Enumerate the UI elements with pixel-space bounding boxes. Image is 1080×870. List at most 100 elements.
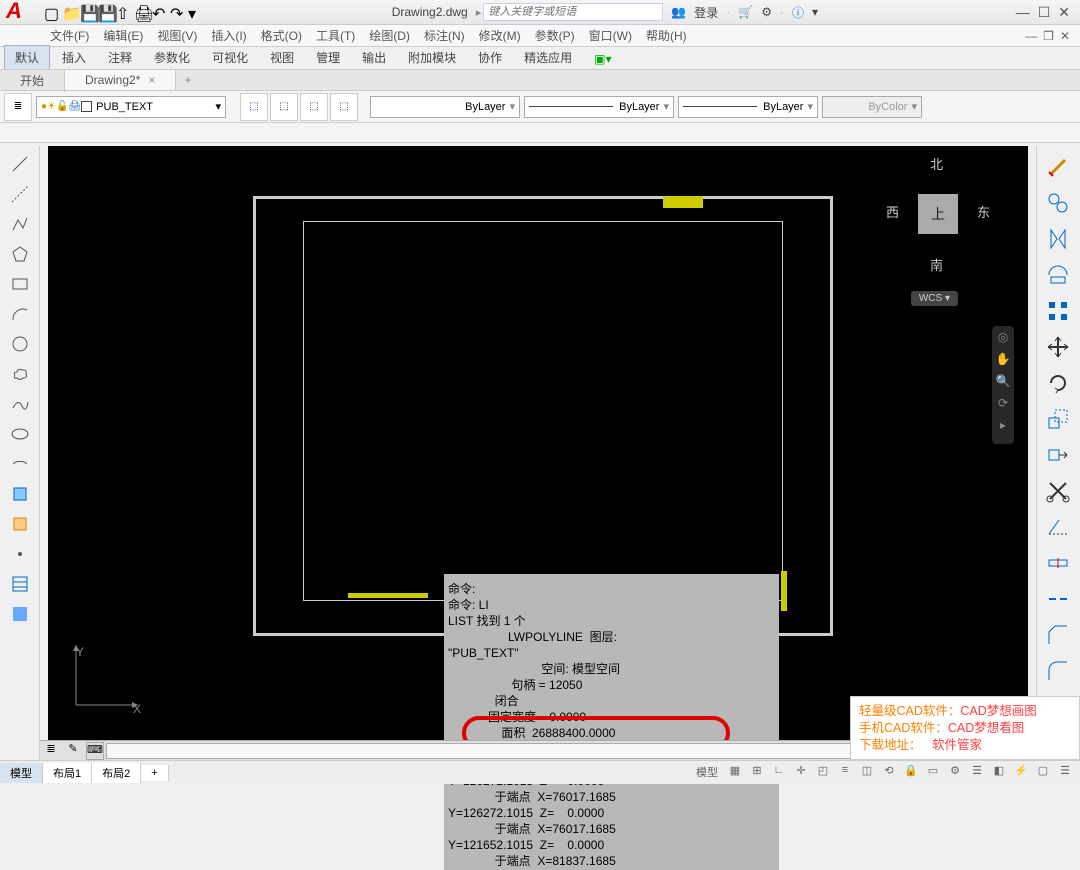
- close-button[interactable]: ✕: [1058, 4, 1070, 21]
- ribbon-tab-visualize[interactable]: 可视化: [202, 46, 258, 69]
- layer-iso-button[interactable]: ⬚: [270, 93, 298, 121]
- layer-properties-button[interactable]: ≣: [4, 93, 32, 121]
- polyline-tool[interactable]: [8, 212, 32, 236]
- offset-tool[interactable]: [1045, 262, 1073, 290]
- view-cube[interactable]: 北 西 东 南 上: [878, 154, 998, 274]
- menu-tools[interactable]: 工具(T): [316, 27, 355, 44]
- make-block-tool[interactable]: [8, 512, 32, 536]
- customize-status-icon[interactable]: ☰: [1056, 764, 1074, 782]
- user-icon[interactable]: 👥: [671, 5, 686, 19]
- layer-match-button[interactable]: ⬚: [330, 93, 358, 121]
- help-dropdown-icon[interactable]: ▾: [812, 5, 818, 19]
- color-dropdown[interactable]: ByLayer▾: [370, 96, 520, 118]
- annoscale-icon[interactable]: 🔒: [902, 764, 920, 782]
- line-tool[interactable]: [8, 152, 32, 176]
- layer-state-button[interactable]: ⬚: [240, 93, 268, 121]
- cleanscreen-icon[interactable]: ▢: [1034, 764, 1052, 782]
- menu-window[interactable]: 窗口(W): [589, 27, 632, 44]
- rotate-tool[interactable]: [1045, 370, 1073, 398]
- ribbon-tab-manage[interactable]: 管理: [306, 46, 350, 69]
- search-input[interactable]: [483, 3, 663, 21]
- layer-dropdown[interactable]: ● ☀ 🔓 🖨 PUB_TEXT ▾: [36, 96, 226, 118]
- lineweight-dropdown[interactable]: ByLayer▾: [524, 96, 674, 118]
- ribbon-tab-collab[interactable]: 协作: [468, 46, 512, 69]
- revision-cloud-tool[interactable]: [8, 362, 32, 386]
- stretch-tool[interactable]: [1045, 442, 1073, 470]
- menu-format[interactable]: 格式(O): [261, 27, 302, 44]
- ribbon-tab-view[interactable]: 视图: [260, 46, 304, 69]
- login-button[interactable]: 登录: [694, 4, 718, 21]
- status-model-badge[interactable]: 模型: [692, 764, 722, 782]
- menu-parametric[interactable]: 参数(P): [535, 27, 575, 44]
- nav-wheel-icon[interactable]: ◎: [992, 330, 1014, 352]
- menu-insert[interactable]: 插入(I): [211, 27, 246, 44]
- grid-toggle-icon[interactable]: ▦: [726, 764, 744, 782]
- tab-add-layout[interactable]: +: [141, 765, 168, 781]
- linetype-dropdown[interactable]: ByLayer▾: [678, 96, 818, 118]
- cmd-history-icon[interactable]: ≣: [42, 742, 60, 760]
- menu-help[interactable]: 帮助(H): [646, 27, 687, 44]
- spline-tool[interactable]: [8, 392, 32, 416]
- osnap-toggle-icon[interactable]: ◰: [814, 764, 832, 782]
- erase-tool[interactable]: [1045, 154, 1073, 182]
- tab-model-space[interactable]: 模型: [0, 763, 43, 783]
- minimize-button[interactable]: —: [1016, 4, 1030, 21]
- join-tool[interactable]: [1045, 586, 1073, 614]
- ribbon-tab-featured[interactable]: 精选应用: [514, 46, 582, 69]
- tab-layout-2[interactable]: 布局2: [92, 763, 141, 783]
- nav-pan-icon[interactable]: ✋: [992, 352, 1014, 374]
- maximize-button[interactable]: ☐: [1038, 4, 1051, 21]
- plot-icon[interactable]: 🖨: [134, 4, 150, 20]
- hatch-tool[interactable]: [8, 572, 32, 596]
- ellipse-tool[interactable]: [8, 422, 32, 446]
- nav-showmc-icon[interactable]: ▸: [992, 418, 1014, 440]
- extend-tool[interactable]: [1045, 514, 1073, 542]
- snap-toggle-icon[interactable]: ⊞: [748, 764, 766, 782]
- copy-tool[interactable]: [1045, 190, 1073, 218]
- saveas-icon[interactable]: 💾: [98, 4, 114, 20]
- workspace-icon[interactable]: ⚙: [946, 764, 964, 782]
- tab-layout-1[interactable]: 布局1: [43, 763, 92, 783]
- doc-close-icon[interactable]: ✕: [1060, 29, 1070, 43]
- open-icon[interactable]: 📁: [62, 4, 78, 20]
- web-icon[interactable]: ⇧: [116, 4, 132, 20]
- ribbon-expand-icon[interactable]: ▣▾: [584, 49, 621, 69]
- fillet-tool[interactable]: [1045, 658, 1073, 686]
- cmd-customize-icon[interactable]: ✎: [64, 742, 82, 760]
- ribbon-tab-insert[interactable]: 插入: [52, 46, 96, 69]
- polar-toggle-icon[interactable]: ✛: [792, 764, 810, 782]
- point-tool[interactable]: [8, 542, 32, 566]
- menu-edit[interactable]: 编辑(E): [103, 27, 143, 44]
- polygon-tool[interactable]: [8, 242, 32, 266]
- nav-bar[interactable]: ◎ ✋ 🔍 ⟳ ▸: [992, 326, 1014, 444]
- layer-off-button[interactable]: ⬚: [300, 93, 328, 121]
- menu-draw[interactable]: 绘图(D): [369, 27, 410, 44]
- ribbon-tab-addins[interactable]: 附加模块: [398, 46, 466, 69]
- undo-icon[interactable]: ↶: [152, 4, 168, 20]
- rectangle-tool[interactable]: [8, 272, 32, 296]
- tab-close-icon[interactable]: ×: [148, 73, 155, 87]
- arc-tool[interactable]: [8, 302, 32, 326]
- ribbon-tab-annotate[interactable]: 注释: [98, 46, 142, 69]
- plotstyle-dropdown[interactable]: ByColor▾: [822, 96, 922, 118]
- menu-modify[interactable]: 修改(M): [479, 27, 521, 44]
- wcs-badge[interactable]: WCS ▾: [911, 291, 958, 306]
- app-logo[interactable]: A: [0, 0, 40, 25]
- tab-new-button[interactable]: +: [176, 70, 199, 90]
- redo-icon[interactable]: ↷: [170, 4, 186, 20]
- doc-min-icon[interactable]: —: [1025, 29, 1037, 43]
- doc-restore-icon[interactable]: ❐: [1043, 29, 1054, 43]
- trim-tool[interactable]: [1045, 478, 1073, 506]
- new-icon[interactable]: ▢: [44, 4, 60, 20]
- nav-zoom-icon[interactable]: 🔍: [992, 374, 1014, 396]
- save-icon[interactable]: 💾: [80, 4, 96, 20]
- app-store-icon[interactable]: ⚙: [761, 5, 772, 19]
- insert-block-tool[interactable]: [8, 482, 32, 506]
- lineweight-toggle-icon[interactable]: ≡: [836, 764, 854, 782]
- circle-tool[interactable]: [8, 332, 32, 356]
- qat-dropdown-icon[interactable]: ▾: [188, 4, 204, 20]
- viewcube-top-face[interactable]: 上: [918, 194, 958, 234]
- hardware-accel-icon[interactable]: ⚡: [1012, 764, 1030, 782]
- ortho-toggle-icon[interactable]: ∟: [770, 764, 788, 782]
- cart-icon[interactable]: 🛒: [738, 5, 753, 19]
